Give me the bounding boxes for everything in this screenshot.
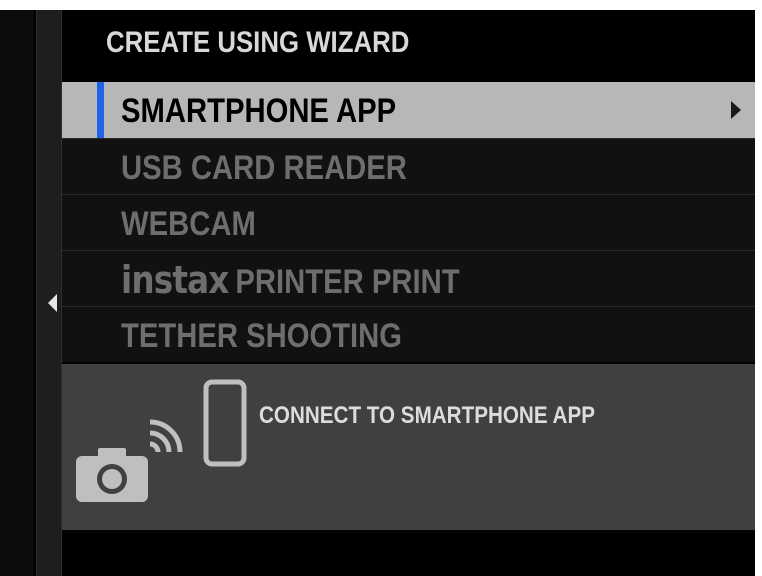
connection-illustration [76, 379, 247, 502]
menu-item-label: instax PRINTER PRINT [121, 258, 460, 302]
menu-item-tether-shooting[interactable]: TETHER SHOOTING [62, 306, 755, 362]
menu-item-label: TETHER SHOOTING [121, 317, 403, 355]
info-description: CONNECT TO SMARTPHONE APP [259, 402, 596, 429]
left-edge-panel [0, 10, 34, 576]
menu-item-usb-card-reader[interactable]: USB CARD READER [62, 138, 755, 194]
camera-icon [76, 448, 148, 502]
menu-item-smartphone-app[interactable]: SMARTPHONE APP [62, 82, 755, 138]
wireless-signal-icon [149, 419, 183, 453]
menu-item-label: USB CARD READER [121, 149, 407, 187]
menu-item-webcam[interactable]: WEBCAM [62, 194, 755, 250]
menu-item-label: SMARTPHONE APP [121, 92, 397, 130]
navigation-rail[interactable] [36, 10, 62, 576]
chevron-right-icon [731, 101, 741, 119]
menu-item-label: WEBCAM [121, 205, 256, 243]
instax-logo: instax [121, 258, 229, 302]
menu-title: CREATE USING WIZARD [106, 26, 410, 59]
camera-menu-screen: CREATE USING WIZARD SMARTPHONE APP USB C… [0, 10, 755, 576]
menu-item-instax-printer-print[interactable]: instax PRINTER PRINT [62, 250, 755, 306]
smartphone-icon [203, 379, 247, 467]
info-panel: CONNECT TO SMARTPHONE APP [62, 364, 755, 530]
wizard-menu: CREATE USING WIZARD SMARTPHONE APP USB C… [62, 10, 755, 576]
menu-item-label-text: PRINTER PRINT [235, 263, 460, 301]
selection-indicator [97, 82, 104, 138]
chevron-left-icon[interactable] [48, 294, 57, 312]
